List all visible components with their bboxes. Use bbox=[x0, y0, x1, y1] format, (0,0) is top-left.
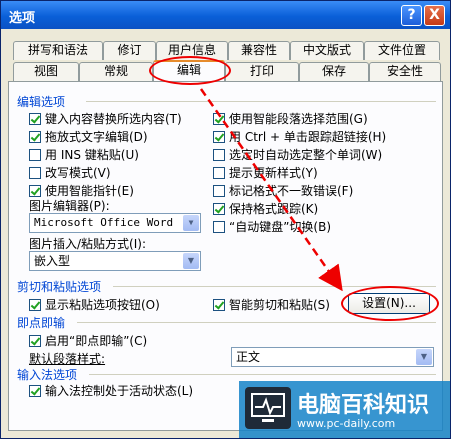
watermark-url: www.pc-daily.com bbox=[297, 417, 396, 430]
monitor-logo-icon bbox=[245, 387, 291, 429]
annotation-arrow-icon bbox=[199, 88, 343, 292]
watermark-brand: 电脑百科知识 bbox=[297, 393, 430, 418]
options-dialog: 选项 ? X 拼写和语法 修订 用户信息 兼容性 中文版式 文件位置 视图 常规… bbox=[0, 0, 451, 439]
watermark: 电脑百科知识 www.pc-daily.com bbox=[239, 381, 450, 438]
